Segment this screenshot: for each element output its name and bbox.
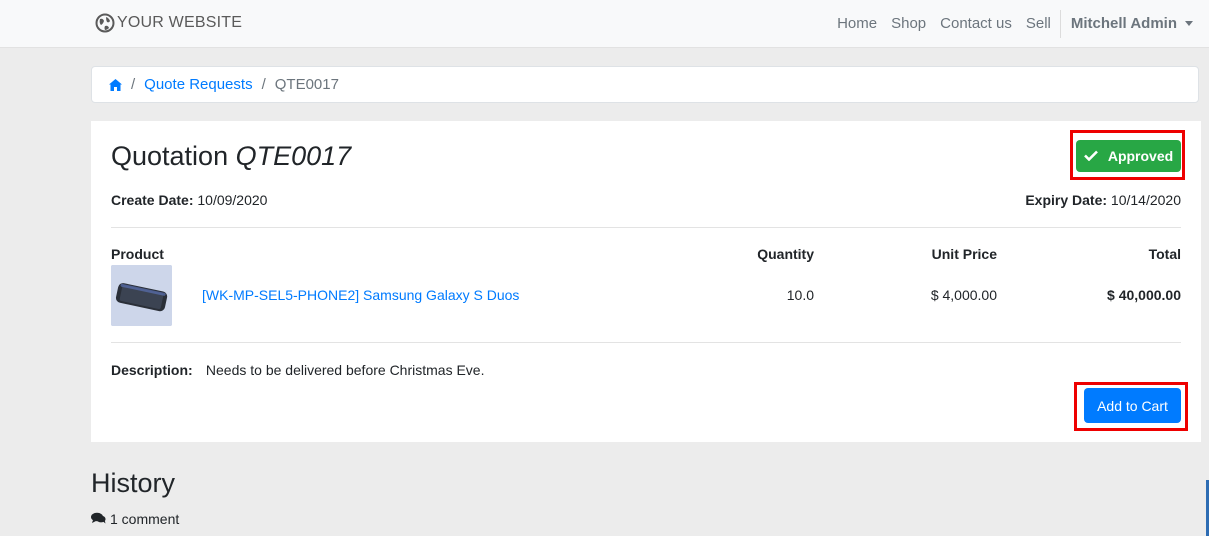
description-text: Needs to be delivered before Christmas E…: [205, 362, 485, 378]
breadcrumb-current: QTE0017: [274, 76, 339, 93]
breadcrumb: / Quote Requests / QTE0017: [91, 66, 1199, 103]
history-title: History: [91, 468, 176, 498]
caret-down-icon: [1185, 21, 1193, 26]
brand-name: YOUR WEBSITE: [117, 14, 243, 31]
product-link[interactable]: [WK-MP-SEL5-PHONE2] Samsung Galaxy S Duo…: [202, 287, 519, 303]
column-header-product: Product: [111, 246, 164, 262]
quotation-card: Quotation QTE0017 Approved Create Date: …: [91, 121, 1201, 442]
home-icon[interactable]: [109, 78, 122, 91]
expiry-date-value: 10/14/2020: [1110, 192, 1181, 208]
column-header-unit-price: Unit Price: [931, 246, 997, 262]
divider: [111, 227, 1181, 228]
nav-divider: [1059, 9, 1061, 38]
nav-menu: Home Shop Contact us Sell Mitchell Admin: [830, 0, 1209, 47]
brand-logo[interactable]: YOUR WEBSITE: [95, 13, 242, 33]
breadcrumb-separator: /: [261, 76, 266, 93]
expiry-date: Expiry Date: 10/14/2020: [1025, 192, 1181, 208]
user-name: Mitchell Admin: [1070, 15, 1177, 32]
status-badge: Approved: [1076, 140, 1181, 172]
product-total: $ 40,000.00: [1107, 287, 1181, 303]
comment-count[interactable]: 1 comment: [91, 511, 179, 527]
globe-icon: [95, 13, 115, 33]
column-header-total: Total: [1148, 246, 1181, 262]
comment-count-label: 1 comment: [110, 511, 180, 527]
top-navbar: YOUR WEBSITE Home Shop Contact us Sell M…: [0, 0, 1209, 48]
description-row: Description: Needs to be delivered befor…: [111, 362, 484, 378]
nav-link-shop[interactable]: Shop: [884, 0, 933, 47]
create-date-label: Create Date:: [111, 192, 194, 208]
check-icon: [1083, 148, 1098, 164]
breadcrumb-quote-requests[interactable]: Quote Requests: [144, 76, 252, 93]
nav-link-sell[interactable]: Sell: [1019, 0, 1058, 47]
expiry-date-label: Expiry Date:: [1025, 192, 1108, 208]
column-header-quantity: Quantity: [757, 246, 814, 262]
product-quantity: 10.0: [786, 287, 814, 303]
product-name[interactable]: [WK-MP-SEL5-PHONE2] Samsung Galaxy S Duo…: [202, 287, 519, 303]
divider: [111, 342, 1181, 343]
title-prefix: Quotation: [111, 141, 229, 171]
nav-link-contact[interactable]: Contact us: [933, 0, 1019, 47]
product-unit-price: $ 4,000.00: [930, 287, 997, 303]
comments-icon: [91, 511, 106, 527]
page-title: Quotation QTE0017: [111, 141, 351, 172]
status-label: Approved: [1107, 148, 1174, 164]
quotation-number: QTE0017: [235, 141, 352, 171]
user-menu[interactable]: Mitchell Admin: [1063, 15, 1209, 32]
create-date-value: 10/09/2020: [197, 192, 268, 208]
create-date: Create Date: 10/09/2020: [111, 192, 267, 208]
breadcrumb-separator: /: [131, 76, 136, 93]
add-to-cart-button[interactable]: Add to Cart: [1084, 388, 1181, 423]
nav-link-home[interactable]: Home: [830, 0, 884, 47]
product-image: [111, 265, 172, 326]
description-label: Description:: [111, 362, 193, 378]
